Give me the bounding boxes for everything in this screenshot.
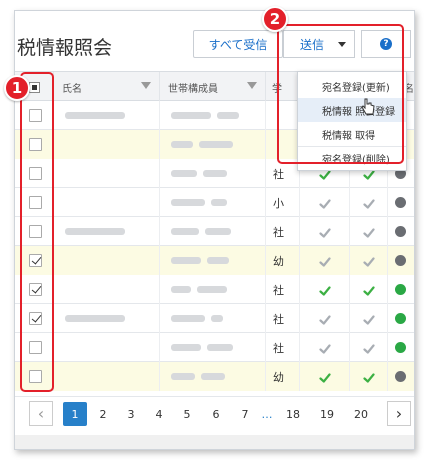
header-name-label: 氏名 <box>62 83 82 95</box>
redacted-name <box>65 315 125 322</box>
check-icon <box>363 340 375 354</box>
check-icon <box>363 224 375 238</box>
hand-cursor-icon <box>361 98 375 115</box>
redacted-household-member <box>203 170 227 177</box>
table-row[interactable]: 社 <box>15 217 414 246</box>
grade-label: 社 <box>273 168 284 181</box>
redacted-name <box>65 112 125 119</box>
redacted-household-member <box>211 315 223 322</box>
redacted-household-member <box>171 199 205 206</box>
check-icon <box>363 253 375 267</box>
table-cell <box>54 333 160 362</box>
header-name: 氏名 <box>54 72 160 102</box>
redacted-household-member <box>171 170 197 177</box>
check-icon <box>319 224 331 238</box>
next-page-button[interactable]: › <box>387 401 411 426</box>
filter-icon[interactable] <box>141 82 151 89</box>
check-icon <box>319 195 331 209</box>
grade-label: 幼 <box>273 255 284 268</box>
annotation-badge-2: 2 <box>262 6 288 32</box>
check-icon <box>319 340 331 354</box>
pagination: ‹ 1 2 3 4 5 6 7 … 18 19 20 › <box>15 396 414 431</box>
redacted-household-member <box>171 344 201 351</box>
receive-all-button[interactable]: すべて受信 <box>193 30 283 58</box>
grade-label: 小 <box>273 197 284 210</box>
header-household-label: 世帯構成員 <box>168 83 218 95</box>
check-icon <box>319 253 331 267</box>
redacted-name <box>65 228 125 235</box>
redacted-household-member <box>171 257 201 264</box>
redacted-household-member <box>205 228 231 235</box>
annotation-box-2 <box>277 24 404 164</box>
grade-label: 社 <box>273 313 284 326</box>
page-number-7[interactable]: 7 <box>233 402 257 426</box>
grade-label: 社 <box>273 226 284 239</box>
page-number-2[interactable]: 2 <box>91 402 115 426</box>
redacted-household-member <box>197 286 227 293</box>
annotation-badge-1: 1 <box>4 75 30 101</box>
page-number-3[interactable]: 3 <box>119 402 143 426</box>
redacted-household-member <box>171 315 205 322</box>
status-dot-icon <box>395 197 406 208</box>
check-icon <box>363 282 375 296</box>
table-row[interactable]: 社 <box>15 304 414 333</box>
redacted-household-member <box>171 141 193 148</box>
horizontal-scrollbar[interactable] <box>15 435 414 449</box>
table-row[interactable]: 小 <box>15 188 414 217</box>
status-dot-icon <box>395 342 406 353</box>
table-cell <box>54 130 160 159</box>
check-icon <box>319 311 331 325</box>
redacted-household-member <box>171 373 195 380</box>
page-number-20[interactable]: 20 <box>349 402 373 426</box>
table-cell <box>54 188 160 217</box>
table-cell <box>54 246 160 275</box>
table-row[interactable]: 社 <box>15 275 414 304</box>
redacted-household-member <box>171 286 191 293</box>
redacted-household-member <box>211 199 227 206</box>
check-icon <box>319 369 331 383</box>
status-dot-icon <box>395 226 406 237</box>
table-row[interactable]: 幼 <box>15 362 414 391</box>
page-title: 税情報照会 <box>17 37 113 59</box>
annotation-box-1 <box>20 72 54 392</box>
grade-label: 幼 <box>273 371 284 384</box>
table-cell <box>54 159 160 188</box>
redacted-household-member <box>201 373 225 380</box>
redacted-household-member <box>199 141 233 148</box>
page-number-1[interactable]: 1 <box>63 402 87 426</box>
table-row[interactable]: 社 <box>15 333 414 362</box>
status-dot-icon <box>395 255 406 266</box>
check-icon <box>363 195 375 209</box>
status-dot-icon <box>395 313 406 324</box>
redacted-household-member <box>207 344 233 351</box>
grade-label: 社 <box>273 284 284 297</box>
filter-icon[interactable] <box>247 82 257 89</box>
page-number-4[interactable]: 4 <box>147 402 171 426</box>
table-cell <box>54 362 160 391</box>
redacted-household-member <box>171 112 211 119</box>
header-household: 世帯構成員 <box>160 72 266 102</box>
page-ellipsis: … <box>261 407 273 421</box>
grade-label: 社 <box>273 342 284 355</box>
table-cell <box>54 275 160 304</box>
check-icon <box>319 282 331 296</box>
status-dot-icon <box>395 284 406 295</box>
page-number-6[interactable]: 6 <box>204 402 228 426</box>
page-number-18[interactable]: 18 <box>281 402 305 426</box>
redacted-household-member <box>171 228 199 235</box>
status-dot-icon <box>395 371 406 382</box>
redacted-household-member <box>217 112 239 119</box>
page-number-19[interactable]: 19 <box>315 402 339 426</box>
check-icon <box>363 369 375 383</box>
check-icon <box>363 311 375 325</box>
prev-page-button[interactable]: ‹ <box>29 401 53 426</box>
redacted-household-member <box>207 257 229 264</box>
page-number-5[interactable]: 5 <box>175 402 199 426</box>
table-row[interactable]: 幼 <box>15 246 414 275</box>
